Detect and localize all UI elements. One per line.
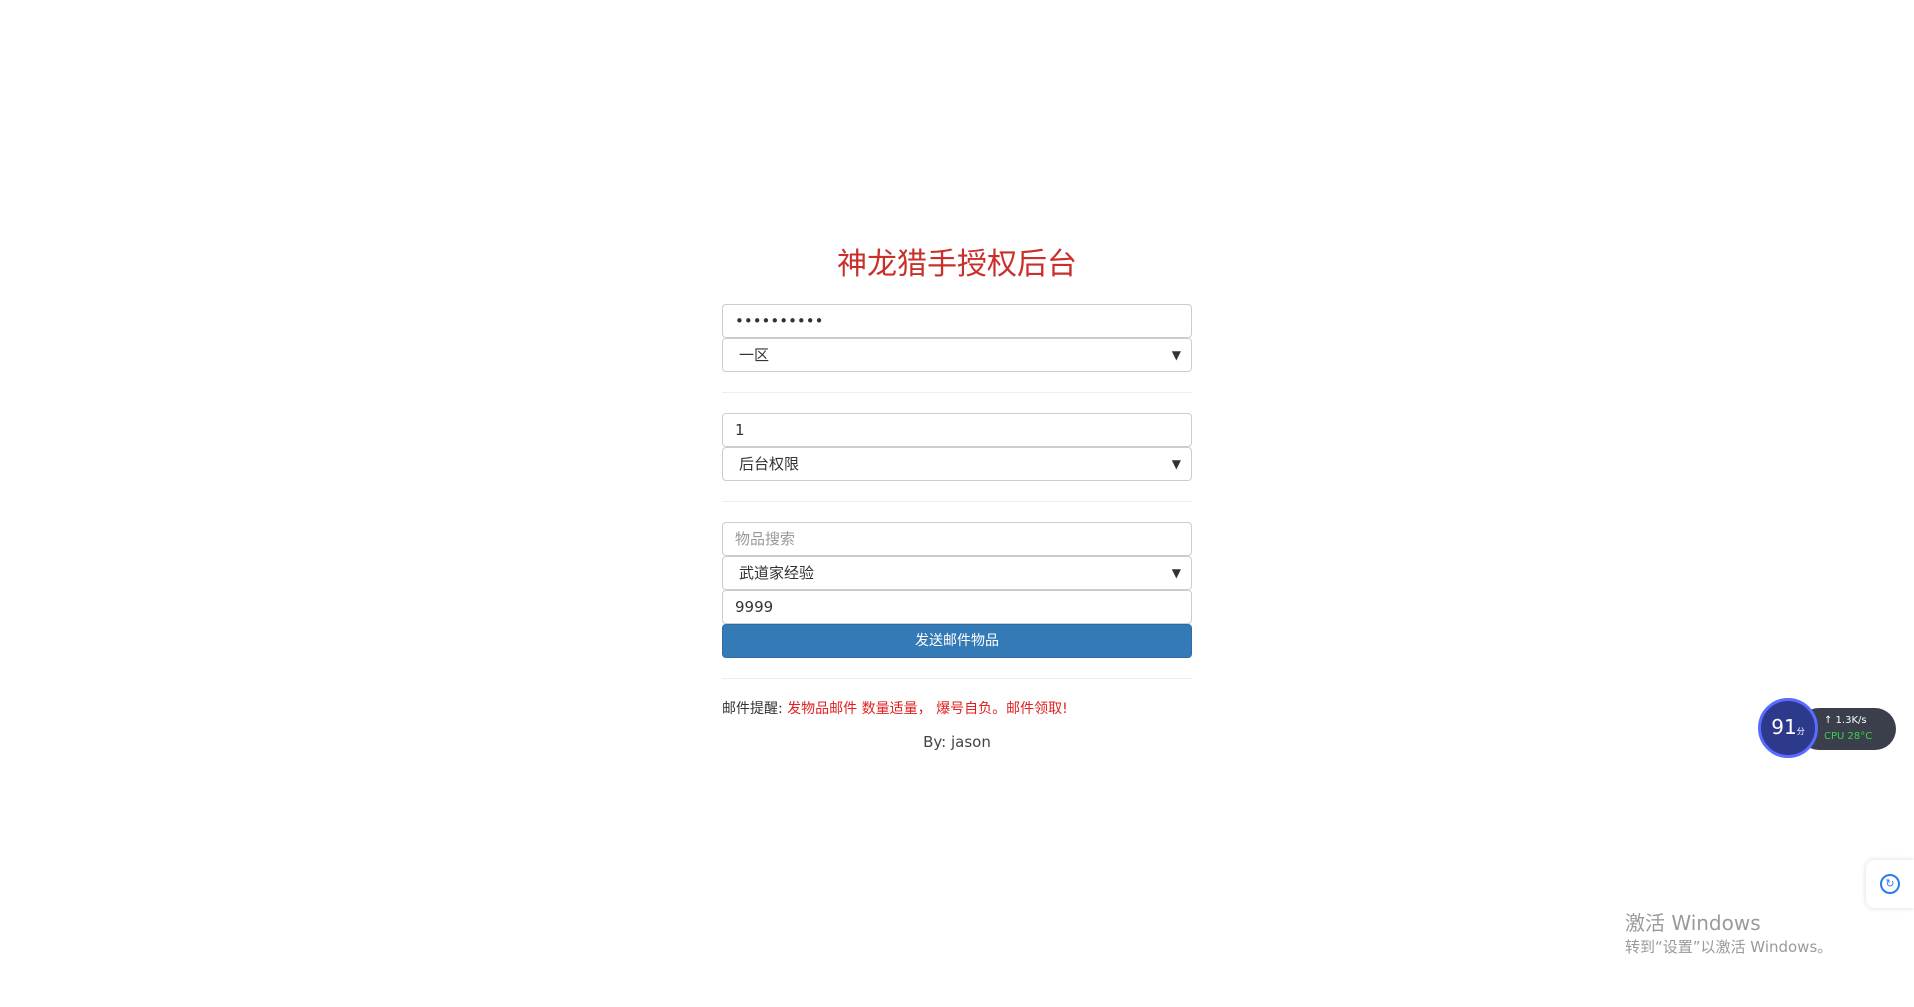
network-speed: ↑ 1.3K/s bbox=[1824, 715, 1867, 726]
notice-label: 邮件提醒: bbox=[722, 701, 783, 717]
windows-activation-watermark: 激活 Windows 转到“设置”以激活 Windows。 bbox=[1625, 910, 1832, 958]
watermark-line2: 转到“设置”以激活 Windows。 bbox=[1625, 938, 1833, 956]
score-value: 91 bbox=[1771, 715, 1797, 739]
auth-panel: 神龙猎手授权后台 •••••••••• 一区 ▼ 1 后台权限 ▼ 物品搜索 武… bbox=[722, 242, 1192, 751]
password-field[interactable]: •••••••••• bbox=[722, 304, 1192, 338]
author-byline: By: jason bbox=[923, 733, 991, 751]
divider bbox=[722, 392, 1192, 393]
permission-select-value: 后台权限 bbox=[739, 455, 800, 473]
chevron-down-icon: ▼ bbox=[1171, 457, 1181, 471]
chevron-down-icon: ▼ bbox=[1171, 566, 1181, 580]
score-unit: 分 bbox=[1796, 727, 1805, 736]
page: 神龙猎手授权后台 •••••••••• 一区 ▼ 1 后台权限 ▼ 物品搜索 武… bbox=[0, 0, 1914, 1007]
quantity-field[interactable]: 9999 bbox=[722, 590, 1192, 624]
score-display: 91分 bbox=[1758, 698, 1818, 758]
send-mail-button[interactable]: 发送邮件物品 bbox=[722, 624, 1192, 658]
id-field[interactable]: 1 bbox=[722, 413, 1192, 447]
watermark-line1: 激活 Windows bbox=[1625, 911, 1761, 935]
translate-icon: ↻ bbox=[1880, 874, 1900, 894]
divider bbox=[722, 678, 1192, 679]
server-select[interactable]: 一区 ▼ bbox=[722, 338, 1192, 372]
system-monitor-widget[interactable]: 91分 ↑ 1.3K/s CPU 28°C bbox=[1758, 698, 1898, 762]
server-select-value: 一区 bbox=[739, 346, 770, 364]
notice-message: 发物品邮件 数量适量， 爆号自负。邮件领取! bbox=[787, 701, 1068, 717]
cpu-temp: CPU 28°C bbox=[1824, 731, 1873, 742]
item-select[interactable]: 武道家经验 ▼ bbox=[722, 556, 1192, 590]
side-translate-tab[interactable]: ↻ bbox=[1866, 860, 1914, 908]
divider bbox=[722, 501, 1192, 502]
chevron-down-icon: ▼ bbox=[1171, 348, 1181, 362]
item-search-input[interactable]: 物品搜索 bbox=[722, 522, 1192, 556]
mail-notice: 邮件提醒: 发物品邮件 数量适量， 爆号自负。邮件领取! bbox=[722, 699, 1192, 719]
permission-select[interactable]: 后台权限 ▼ bbox=[722, 447, 1192, 481]
page-title: 神龙猎手授权后台 bbox=[837, 247, 1077, 282]
item-select-value: 武道家经验 bbox=[739, 564, 815, 582]
